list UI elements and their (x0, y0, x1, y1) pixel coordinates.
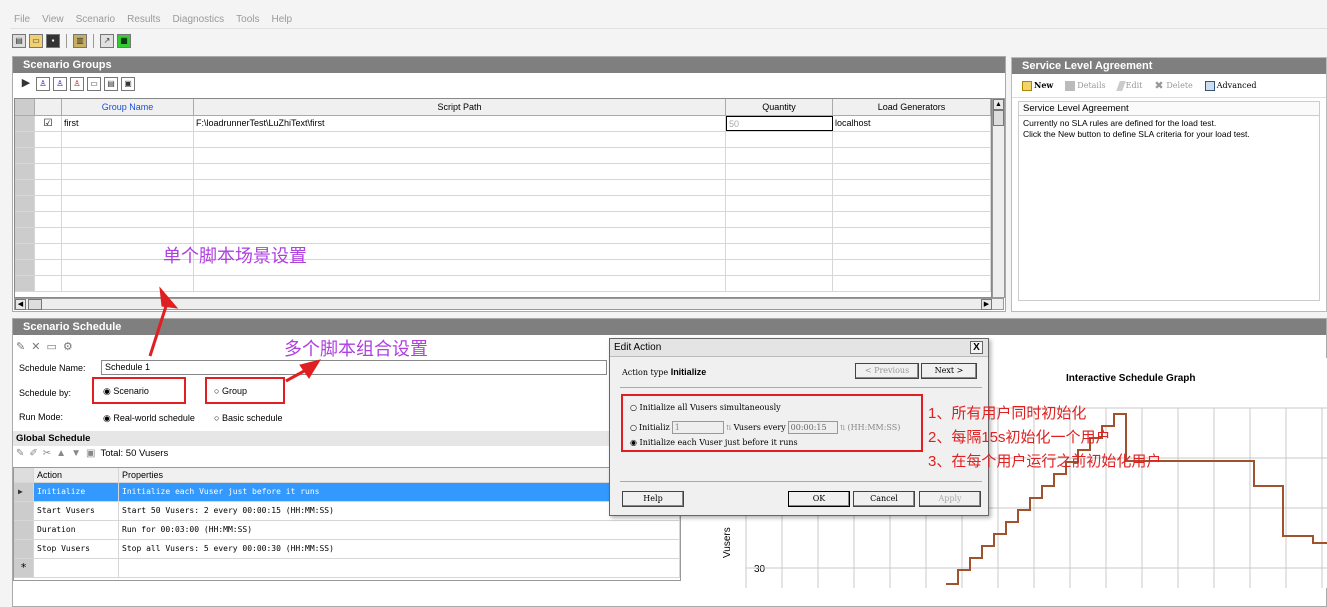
annotation-note-3: 3、在每个用户运行之前初始化用户 (928, 453, 1162, 470)
annotation-multi-script: 多个脚本组合设置 (284, 339, 428, 359)
annotation-arrows (148, 286, 322, 383)
annotation-note-1: 1、所有用户同时初始化 (928, 405, 1087, 422)
annotation-note-2: 2、每隔15s初始化一个用户 (928, 429, 1111, 446)
annotation-single-script: 单个脚本场景设置 (163, 246, 307, 266)
